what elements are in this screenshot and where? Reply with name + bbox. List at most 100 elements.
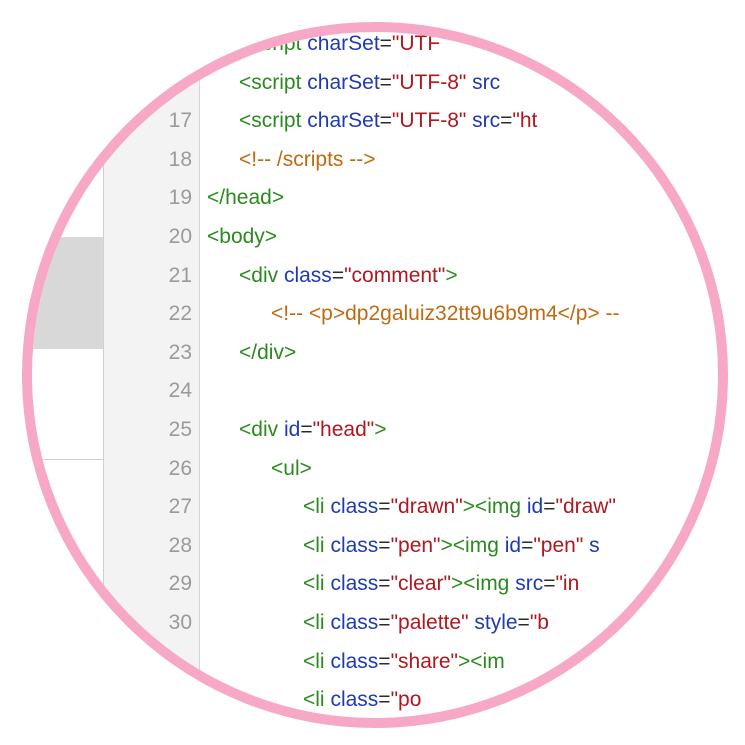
code-token: charSet — [307, 32, 380, 55]
code-token: <li — [303, 495, 331, 519]
code-text: <li class="clear"><img src="in — [303, 565, 579, 603]
line-number: 17 — [168, 109, 192, 133]
code-token: id — [526, 495, 544, 519]
code-token: <ul> — [271, 456, 312, 480]
code-token: <li — [303, 688, 331, 712]
code-token: src — [515, 572, 544, 596]
code-token: = — [500, 109, 513, 133]
code-line[interactable]: 28 <li class="pen"><img id="pen" s — [32, 527, 718, 565]
code-token: <!-- /scripts --> — [239, 147, 376, 171]
line-number: 18 — [168, 147, 192, 171]
code-token: = — [378, 688, 391, 712]
code-token: "drawn" — [390, 495, 463, 519]
code-text: <li class="pen"><img id="pen" s — [303, 527, 600, 565]
code-token: "UTF-8" — [391, 109, 467, 133]
code-text: <script charSet="UTF-8" src — [239, 64, 500, 102]
code-token: = — [379, 32, 392, 55]
code-line[interactable]: <script charSet="UTF-8" src — [32, 64, 718, 102]
code-line[interactable]: 20 <body> — [32, 218, 718, 256]
code-token: class — [330, 649, 379, 673]
code-token: ><im — [458, 649, 505, 673]
code-token: = — [379, 70, 392, 94]
code-token: class — [330, 533, 379, 557]
code-token: src — [466, 109, 501, 133]
code-line[interactable]: 18 <!-- /scripts --> — [32, 141, 718, 179]
code-token: <body> — [207, 225, 278, 248]
code-token: <li — [303, 572, 331, 596]
code-line[interactable]: 23 </div> — [32, 334, 718, 372]
code-token: ><img — [462, 495, 527, 519]
code-line[interactable]: 21 <div class="comment"> — [32, 257, 718, 295]
code-token: "share" — [390, 649, 459, 673]
line-number: 21 — [168, 263, 192, 287]
code-text: <script charSet="UTF-8" src="ht — [239, 102, 537, 140]
code-token: "clear" — [390, 572, 451, 596]
code-token: charSet — [307, 70, 380, 94]
line-number: 29 — [168, 572, 192, 596]
line-number: 24 — [168, 379, 192, 403]
code-token: id — [504, 533, 522, 557]
code-token: "b — [529, 611, 549, 634]
code-line[interactable]: 17 <script charSet="UTF-8" src="ht — [32, 102, 718, 140]
code-token: class — [330, 572, 379, 596]
code-token: = — [378, 611, 391, 634]
code-line[interactable]: 24 — [32, 372, 718, 410]
line-number: 22 — [168, 302, 192, 326]
code-token: s — [583, 533, 600, 557]
line-number: 27 — [168, 495, 192, 519]
code-token: > — [374, 418, 387, 441]
code-token: "head" — [312, 418, 375, 441]
code-token: > — [445, 263, 458, 287]
code-token: "po — [390, 688, 422, 712]
code-line[interactable]: 22 <!-- <p>dp2galuiz32tt9u6b9m4</p> -- — [32, 295, 718, 333]
code-token: ><img — [451, 572, 516, 596]
code-token: "pen" — [390, 533, 441, 557]
code-line[interactable]: 29 <li class="clear"><img src="in — [32, 565, 718, 603]
code-token: </div> — [239, 340, 297, 364]
code-token: "palette" — [390, 611, 469, 634]
code-token: = — [300, 418, 313, 441]
code-text: <!-- <p>dp2galuiz32tt9u6b9m4</p> -- — [271, 295, 620, 333]
code-token: class — [330, 495, 379, 519]
code-token: </head> — [207, 186, 285, 210]
code-token: class — [330, 688, 379, 712]
code-token: "UTF-8" — [391, 70, 467, 94]
code-token: "pen" — [533, 533, 584, 557]
code-text: </div> — [239, 334, 296, 372]
code-token: <script — [239, 109, 308, 133]
line-number: 28 — [168, 533, 192, 557]
code-text: </head> — [207, 179, 284, 217]
code-token: <div — [239, 418, 284, 441]
code-line[interactable]: 30 <li class="palette" style="b — [32, 604, 718, 642]
code-token: class — [283, 263, 332, 287]
code-line[interactable]: <li class="po — [32, 681, 718, 718]
code-line[interactable]: <li class="share"><im — [32, 643, 718, 681]
code-line[interactable]: 27 <li class="drawn"><img id="draw" — [32, 488, 718, 526]
code-token: = — [543, 495, 556, 519]
code-token: style — [468, 611, 518, 634]
code-line[interactable]: <script charSet="UTF — [32, 32, 718, 63]
code-text: <script charSet="UTF — [239, 32, 440, 63]
code-token: ><img — [440, 533, 505, 557]
magnifier-lens: <script charSet="UTF <script charSet="UTF… — [32, 32, 718, 718]
code-token: = — [517, 611, 530, 634]
code-token: = — [379, 109, 392, 133]
code-line[interactable]: 19 </head> — [32, 179, 718, 217]
code-token: = — [543, 572, 556, 596]
code-line[interactable]: 26 <ul> — [32, 450, 718, 488]
code-token: = — [378, 572, 391, 596]
code-token: class — [330, 611, 379, 634]
code-token: = — [331, 263, 345, 287]
code-text: <div id="head"> — [239, 411, 386, 449]
code-token: <li — [303, 533, 331, 557]
code-token: = — [378, 533, 391, 557]
code-token: = — [378, 495, 391, 519]
code-text: <li class="po — [303, 681, 421, 718]
line-number: 20 — [168, 225, 192, 248]
code-token: "comment" — [344, 263, 446, 287]
code-token: "ht — [512, 109, 538, 133]
line-number: 25 — [168, 418, 192, 441]
code-token: <li — [303, 649, 331, 673]
code-token: charSet — [307, 109, 380, 133]
code-line[interactable]: 25 <div id="head"> — [32, 411, 718, 449]
